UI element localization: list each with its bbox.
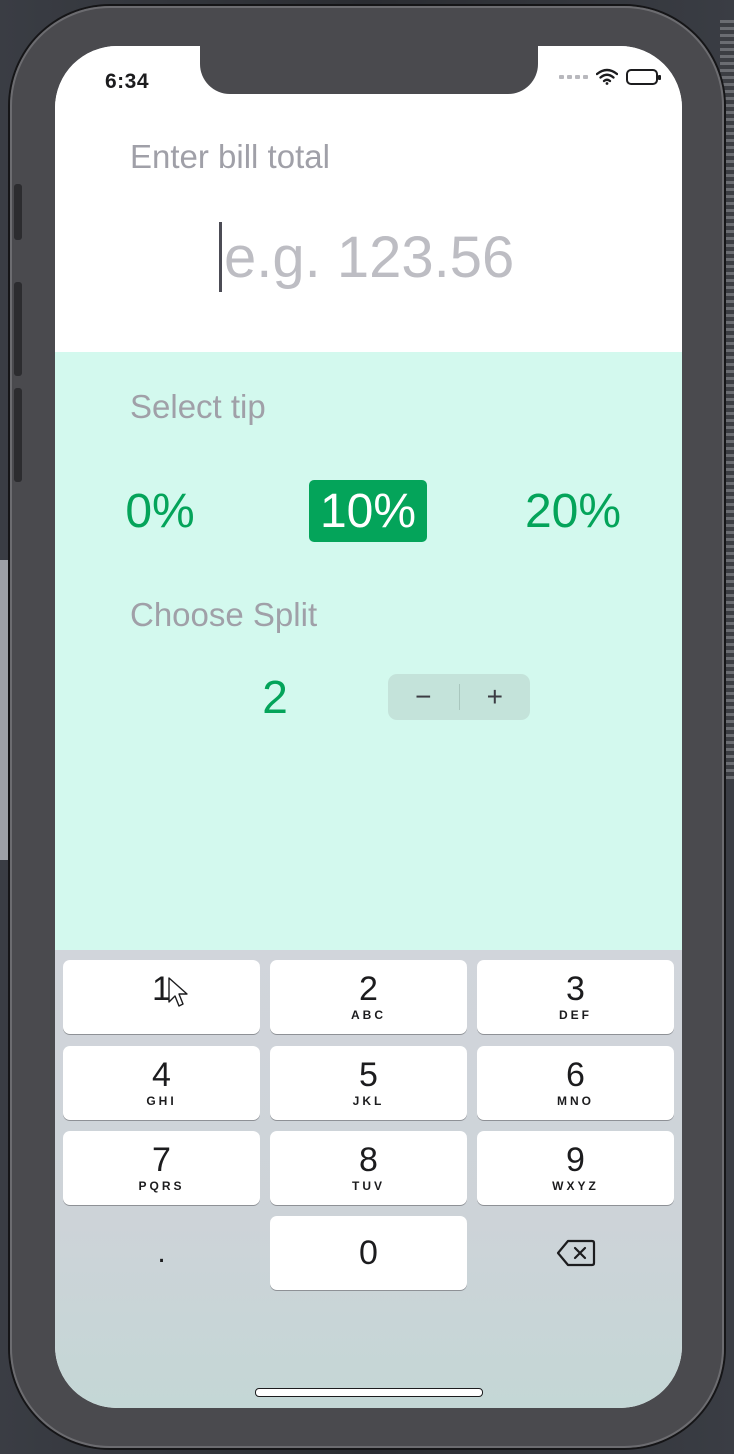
delete-backspace-icon (556, 1239, 595, 1267)
decimal-point: . (157, 1236, 166, 1269)
mute-switch (14, 184, 22, 240)
split-stepper: − + (388, 674, 530, 720)
status-time: 6:34 (105, 70, 150, 93)
number-keypad: 1 2 ABC 3 DEF 4 GHI 5 JKL 6 MNO 7 PQRS 8 (55, 950, 682, 1408)
cellular-signal-icon (559, 74, 588, 79)
text-cursor (219, 222, 222, 292)
split-number: 2 (262, 671, 288, 723)
decrement-button[interactable]: − (388, 674, 459, 720)
bill-total-input[interactable] (224, 223, 534, 291)
key-digit: 4 (152, 1056, 171, 1094)
key-digit: 9 (566, 1141, 585, 1179)
key-digit: 2 (359, 970, 378, 1008)
bill-input-wrapper (219, 222, 534, 292)
tip-label: Select tip (130, 388, 266, 425)
mouse-pointer-icon (168, 977, 188, 1007)
key-letters: PQRS (138, 1179, 185, 1193)
home-indicator[interactable] (255, 1388, 483, 1397)
increment-button[interactable]: + (460, 674, 531, 720)
key-letters: GHI (146, 1094, 177, 1108)
battery-icon (626, 68, 661, 85)
key-9[interactable]: 9 WXYZ (477, 1131, 674, 1205)
key-5[interactable]: 5 JKL (270, 1046, 467, 1120)
tip-option-0[interactable]: 0% (117, 480, 203, 542)
tip-option-10[interactable]: 10% (309, 480, 427, 542)
key-2[interactable]: 2 ABC (270, 960, 467, 1034)
key-letters: ABC (351, 1008, 386, 1022)
volume-up-button (14, 282, 22, 376)
bill-label: Enter bill total (130, 138, 330, 175)
status-indicators (559, 68, 661, 85)
key-0[interactable]: 0 (270, 1216, 467, 1290)
key-decimal[interactable]: . (63, 1216, 260, 1290)
key-digit: 5 (359, 1056, 378, 1094)
key-letters: WXYZ (552, 1179, 599, 1193)
key-letters: MNO (557, 1094, 594, 1108)
key-6[interactable]: 6 MNO (477, 1046, 674, 1120)
key-digit: 3 (566, 970, 585, 1008)
key-letters: TUV (352, 1179, 385, 1193)
tip-split-section: Select tip 0% 10% 20% Choose Split 2 − + (55, 352, 682, 952)
key-letters: DEF (559, 1008, 592, 1022)
key-8[interactable]: 8 TUV (270, 1131, 467, 1205)
phone-screen: Enter bill total 6:34 Select tip 0% 10% … (55, 46, 682, 1408)
notch (200, 46, 538, 94)
tip-option-20[interactable]: 20% (517, 480, 629, 542)
split-label: Choose Split (130, 596, 318, 633)
key-4[interactable]: 4 GHI (63, 1046, 260, 1120)
wifi-icon (596, 68, 618, 85)
key-digit: 0 (359, 1234, 378, 1272)
key-digit: 7 (152, 1141, 171, 1179)
key-1[interactable]: 1 (63, 960, 260, 1034)
key-delete[interactable] (477, 1216, 674, 1290)
key-3[interactable]: 3 DEF (477, 960, 674, 1034)
key-digit: 8 (359, 1141, 378, 1179)
key-letters: JKL (352, 1094, 385, 1108)
key-7[interactable]: 7 PQRS (63, 1131, 260, 1205)
key-digit: 6 (566, 1056, 585, 1094)
volume-down-button (14, 388, 22, 482)
